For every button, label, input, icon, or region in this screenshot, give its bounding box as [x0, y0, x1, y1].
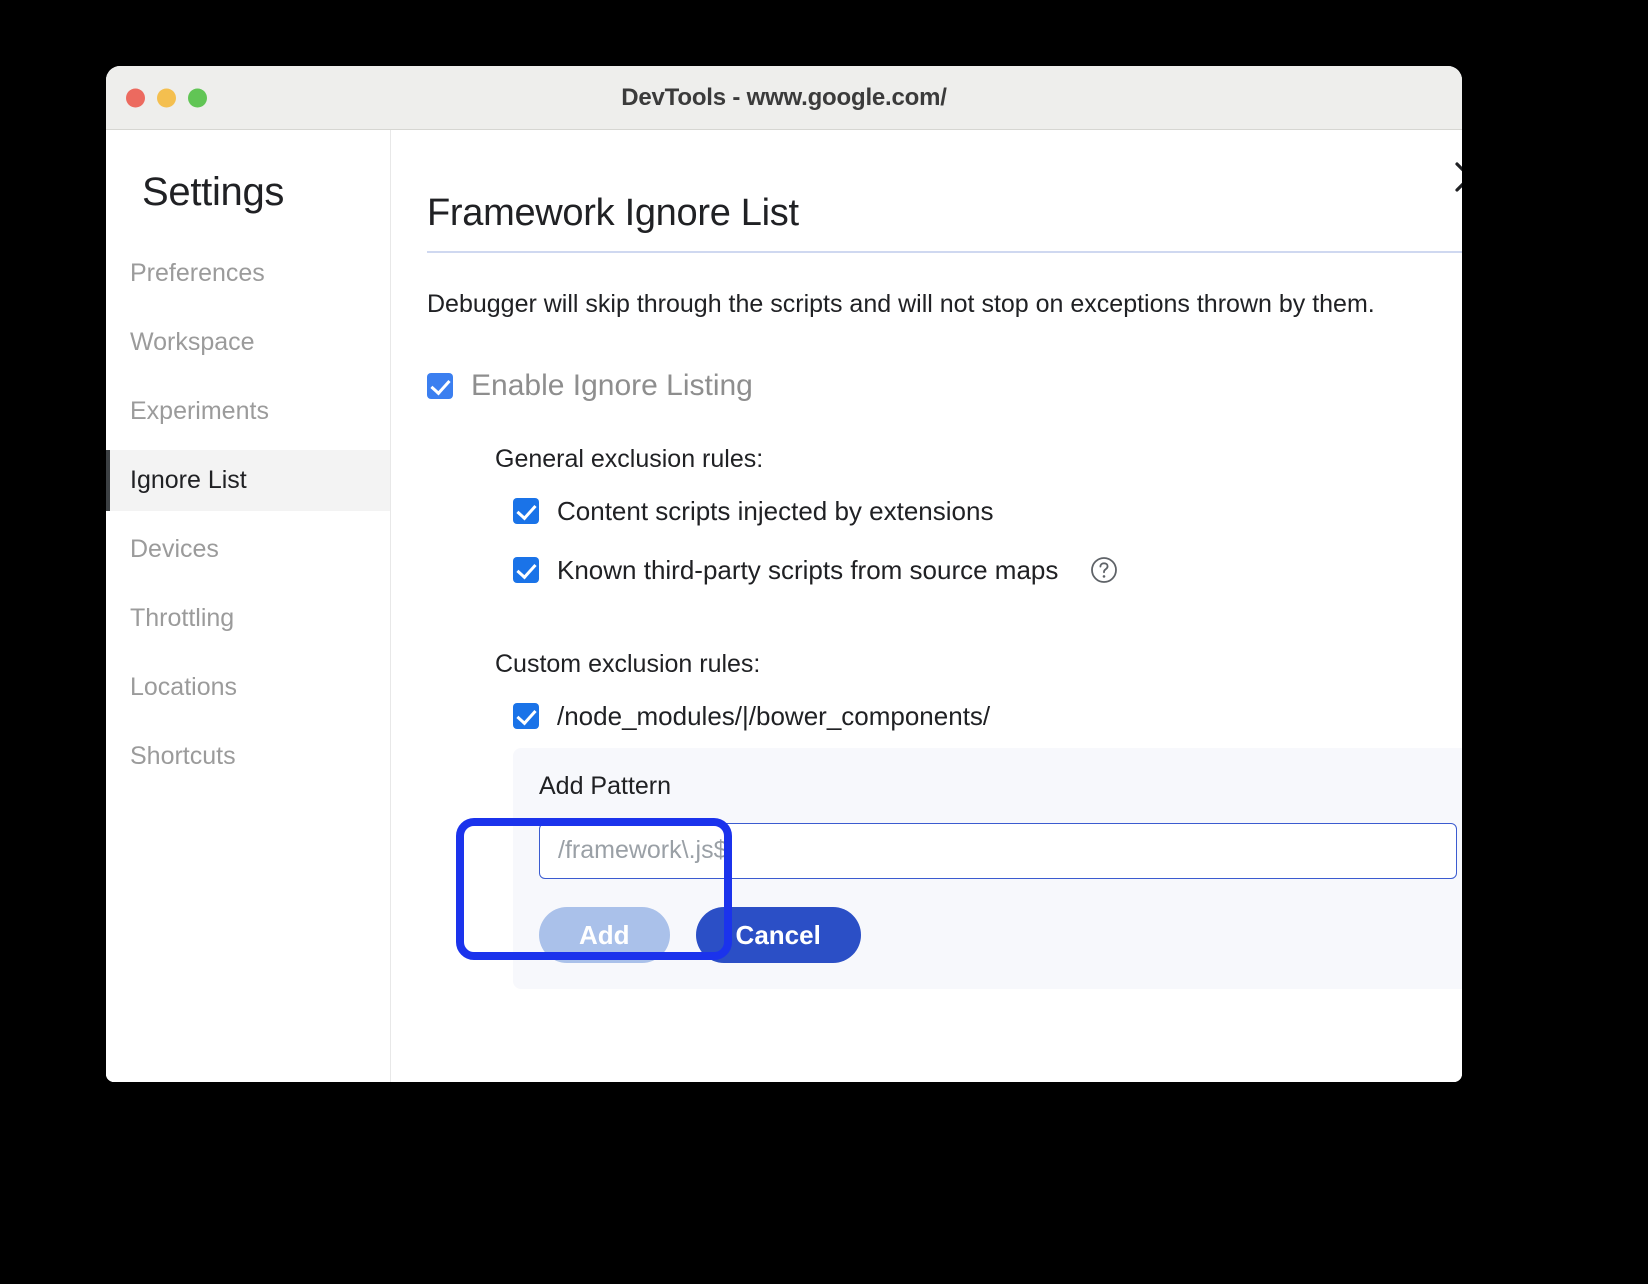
maximize-window-icon[interactable] [188, 88, 207, 107]
traffic-lights [126, 88, 207, 107]
window-title: DevTools - www.google.com/ [106, 84, 1462, 112]
sidebar-item-devices[interactable]: Devices [106, 519, 390, 580]
window-titlebar: DevTools - www.google.com/ [106, 66, 1462, 130]
rule-content-scripts-checkbox[interactable] [513, 498, 539, 524]
add-pattern-label: Add Pattern [539, 772, 1457, 801]
rule-node-modules-label: /node_modules/|/bower_components/ [557, 701, 990, 732]
close-icon[interactable] [1449, 156, 1462, 198]
rule-third-party-checkbox[interactable] [513, 557, 539, 583]
rule-node-modules-row[interactable]: /node_modules/|/bower_components/ [513, 701, 1462, 732]
rule-third-party-label: Known third-party scripts from source ma… [557, 555, 1058, 586]
add-pattern-panel: Add Pattern Add Cancel [513, 748, 1462, 989]
page-description: Debugger will skip through the scripts a… [427, 287, 1457, 323]
general-rules-heading: General exclusion rules: [495, 445, 1462, 474]
screen: DevTools - www.google.com/ Settings Pref… [0, 0, 1648, 1284]
section-gap [495, 614, 1462, 650]
rule-node-modules-checkbox[interactable] [513, 703, 539, 729]
add-pattern-buttons: Add Cancel [539, 907, 1457, 963]
custom-rules-heading: Custom exclusion rules: [495, 650, 1462, 679]
help-icon[interactable] [1090, 556, 1118, 584]
sidebar-item-preferences[interactable]: Preferences [106, 243, 390, 304]
sidebar-item-ignore-list[interactable]: Ignore List [106, 450, 390, 511]
add-button[interactable]: Add [539, 907, 670, 963]
settings-sidebar: Settings Preferences Workspace Experimen… [106, 130, 391, 1082]
enable-ignore-listing-row[interactable]: Enable Ignore Listing [427, 369, 1462, 403]
rule-content-scripts-row[interactable]: Content scripts injected by extensions [513, 496, 1462, 527]
settings-content: Framework Ignore List Debugger will skip… [391, 130, 1462, 1082]
enable-ignore-listing-checkbox[interactable] [427, 373, 453, 399]
close-window-icon[interactable] [126, 88, 145, 107]
title-divider [427, 251, 1462, 253]
minimize-window-icon[interactable] [157, 88, 176, 107]
add-pattern-input[interactable] [539, 823, 1457, 879]
window-body: Settings Preferences Workspace Experimen… [106, 130, 1462, 1082]
rule-content-scripts-label: Content scripts injected by extensions [557, 496, 993, 527]
rule-third-party-row[interactable]: Known third-party scripts from source ma… [513, 555, 1462, 586]
page-title: Framework Ignore List [427, 192, 1462, 235]
enable-ignore-listing-label: Enable Ignore Listing [471, 369, 753, 403]
sidebar-item-locations[interactable]: Locations [106, 657, 390, 718]
sidebar-title: Settings [106, 170, 390, 215]
sidebar-item-experiments[interactable]: Experiments [106, 381, 390, 442]
devtools-window: DevTools - www.google.com/ Settings Pref… [106, 66, 1462, 1082]
sidebar-item-throttling[interactable]: Throttling [106, 588, 390, 649]
sidebar-item-shortcuts[interactable]: Shortcuts [106, 726, 390, 787]
cancel-button[interactable]: Cancel [696, 907, 861, 963]
rules-area: General exclusion rules: Content scripts… [495, 445, 1462, 989]
sidebar-item-workspace[interactable]: Workspace [106, 312, 390, 373]
